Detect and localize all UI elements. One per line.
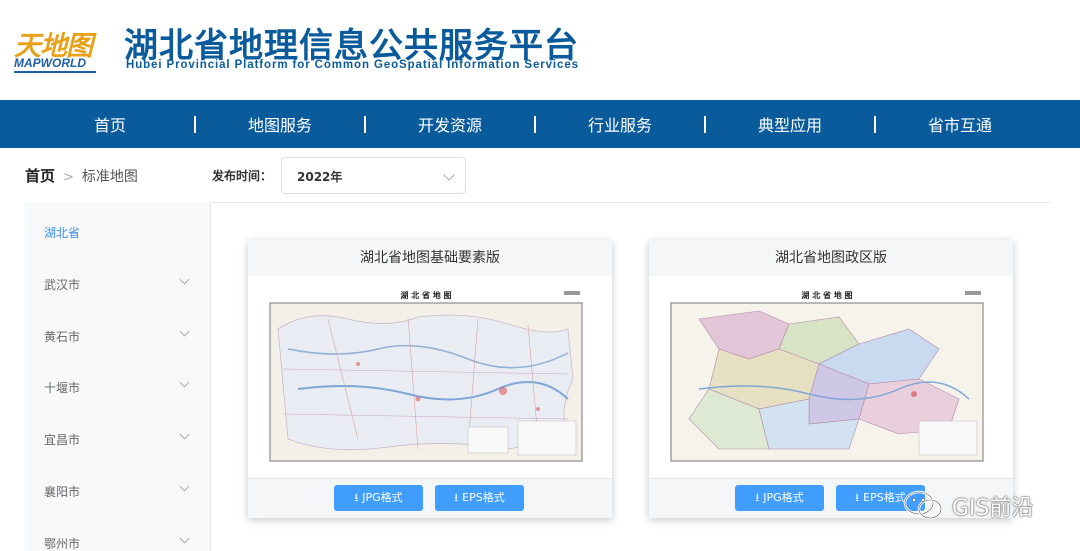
nav-item-province-city[interactable]: 省市互通 (875, 112, 1045, 136)
logo-underline (14, 71, 96, 73)
site-subtitle: Hubei Provincial Platform for Common Geo… (126, 59, 579, 71)
publish-time-label: 发布时间： (212, 169, 273, 183)
sidebar-item-hubei[interactable]: 湖北省 (25, 220, 210, 244)
tianditu-logo[interactable]: 天地图 MAPWORLD (12, 24, 100, 76)
download-jpg-button[interactable]: ⭳ JPG格式 (334, 485, 423, 511)
chevron-down-icon (179, 481, 190, 492)
download-icon: ⭳ (855, 491, 860, 504)
chevron-down-icon (179, 429, 190, 440)
hubei-admin-map-image: 湖 北 省 地 图 (670, 290, 984, 462)
map-image-title: 湖 北 省 地 图 (801, 290, 852, 300)
breadcrumb: 首页 > 标准地图 (25, 165, 138, 186)
chevron-down-icon (179, 274, 190, 285)
map-thumbnail-basic[interactable]: 湖 北 省 地 图 (268, 289, 584, 464)
breadcrumb-home[interactable]: 首页 (25, 167, 55, 185)
sidebar-item-label: 宜昌市 (44, 433, 81, 447)
nav-item-label: 地图服务 (247, 116, 312, 135)
map-image-title: 湖 北 省 地 图 (400, 290, 451, 300)
sidebar-item-label: 鄂州市 (44, 537, 81, 551)
card-title: 湖北省地图基础要素版 (248, 240, 612, 276)
chevron-down-icon (179, 377, 190, 388)
sidebar-item-label: 黄石市 (44, 330, 81, 344)
sidebar-item-wuhan[interactable]: 武汉市 (25, 272, 210, 296)
nav-item-label: 开发资源 (417, 116, 482, 135)
sidebar-item-ezhou[interactable]: 鄂州市 (25, 531, 210, 551)
sidebar-item-yichang[interactable]: 宜昌市 (25, 427, 210, 451)
publish-year-value: 2022年 (297, 170, 343, 184)
breadcrumb-current: 标准地图 (81, 169, 138, 185)
map-card-basic: 湖北省地图基础要素版 湖 北 省 地 图 ⭳ JPG格式 ⭳ EPS格式 (248, 240, 612, 518)
hubei-map-image: 湖 北 省 地 图 (269, 290, 583, 462)
button-label: JPG格式 (362, 491, 403, 504)
site-header: 天地图 MAPWORLD 湖北省地理信息公共服务平台 Hubei Provinc… (0, 0, 1080, 100)
watermark: GIS前沿 (900, 486, 1060, 522)
sidebar-item-shiyan[interactable]: 十堰市 (25, 375, 210, 399)
button-label: JPG格式 (763, 491, 804, 504)
download-icon: ⭳ (354, 491, 359, 504)
sidebar-item-label: 襄阳市 (44, 485, 81, 499)
main-nav: 首页 地图服务 开发资源 行业服务 典型应用 省市互通 (0, 100, 1080, 148)
card-footer: ⭳ JPG格式 ⭳ EPS格式 (248, 478, 612, 518)
card-title: 湖北省地图政区版 (649, 240, 1013, 276)
chevron-down-icon (179, 326, 190, 337)
sidebar-item-label: 湖北省 (44, 226, 81, 240)
map-card-admin: 湖北省地图政区版 湖 北 省 地 图 ⭳ JPG格式 ⭳ EPS格式 (649, 240, 1013, 518)
nav-item-label: 行业服务 (587, 116, 652, 135)
logo-english-text: MAPWORLD (14, 56, 86, 70)
publish-year-select[interactable]: 2022年 (281, 157, 466, 194)
nav-item-map-services[interactable]: 地图服务 (195, 112, 366, 136)
watermark-text: GIS前沿 (952, 496, 1034, 521)
nav-item-label: 省市互通 (927, 116, 992, 135)
nav-item-home[interactable]: 首页 (25, 112, 196, 136)
chevron-down-icon (443, 169, 455, 181)
map-thumbnail-admin[interactable]: 湖 北 省 地 图 (669, 289, 985, 464)
download-icon: ⭳ (454, 491, 459, 504)
sidebar-item-label: 武汉市 (44, 278, 81, 292)
nav-item-typical-apps[interactable]: 典型应用 (705, 112, 876, 136)
nav-item-label: 首页 (93, 116, 126, 135)
nav-item-label: 典型应用 (757, 116, 822, 135)
download-jpg-button[interactable]: ⭳ JPG格式 (735, 485, 824, 511)
chevron-down-icon (179, 533, 190, 544)
download-icon: ⭳ (755, 491, 760, 504)
button-label: EPS格式 (462, 491, 505, 504)
download-eps-button[interactable]: ⭳ EPS格式 (435, 485, 524, 511)
sidebar-item-huangshi[interactable]: 黄石市 (25, 324, 210, 348)
region-sidebar: 湖北省 武汉市 黄石市 十堰市 宜昌市 襄阳市 鄂州市 (25, 202, 210, 551)
wechat-icon (903, 490, 943, 520)
nav-item-dev-resources[interactable]: 开发资源 (365, 112, 536, 136)
sidebar-item-xiangyang[interactable]: 襄阳市 (25, 479, 210, 503)
content-divider (210, 202, 1050, 203)
sidebar-item-label: 十堰市 (44, 381, 81, 395)
sidebar-divider (210, 202, 211, 551)
chevron-right-icon: > (63, 170, 74, 185)
nav-item-industry-services[interactable]: 行业服务 (535, 112, 706, 136)
